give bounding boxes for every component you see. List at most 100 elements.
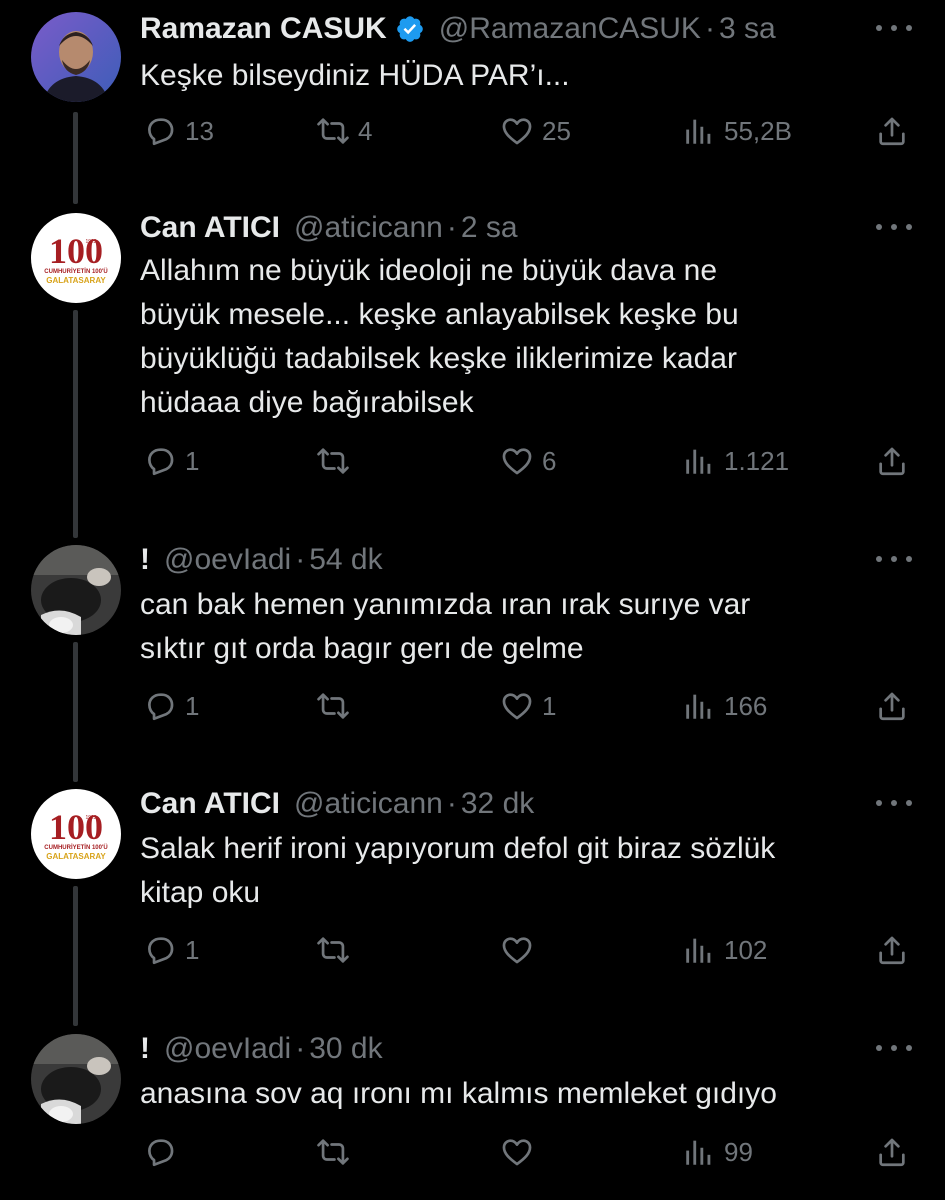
like-button[interactable]: 1: [500, 686, 556, 726]
more-options-icon[interactable]: [876, 217, 912, 237]
avatar[interactable]: 100 1923 CUMHURİYETİN 100'Ü GALATASARAY: [31, 213, 121, 303]
like-button[interactable]: 6: [500, 441, 556, 481]
display-name[interactable]: Can ATICI: [140, 211, 280, 245]
share-icon: [879, 936, 905, 965]
verified-badge-icon: [395, 14, 425, 44]
reply-button[interactable]: 1: [143, 686, 199, 726]
timestamp[interactable]: 32 dk: [461, 787, 534, 821]
like-button[interactable]: [500, 930, 542, 970]
reply-count: 13: [185, 115, 214, 146]
share-button[interactable]: [875, 1132, 909, 1172]
separator: ·: [295, 1032, 306, 1065]
share-button[interactable]: [875, 441, 909, 481]
timestamp[interactable]: 54 dk: [309, 543, 382, 577]
action-bar: 13 4 25 55,2B: [0, 111, 945, 151]
tweet-text: anasına sov aq ıronı mı kalmıs memleket …: [140, 1077, 777, 1110]
handle[interactable]: @aticicann: [294, 787, 443, 821]
avatar[interactable]: [31, 1034, 121, 1124]
tweet-header: Can ATICI @aticicann · 2 sa: [140, 205, 518, 251]
logo-line2: GALATASARAY: [46, 276, 106, 285]
separator: ·: [295, 543, 306, 576]
display-name[interactable]: !: [140, 543, 150, 577]
display-name[interactable]: Can ATICI: [140, 787, 280, 821]
avatar[interactable]: [31, 12, 121, 102]
retweet-icon: [317, 693, 349, 719]
logo-number: 100: [49, 807, 103, 847]
retweet-button[interactable]: [316, 930, 358, 970]
reply-icon: [148, 448, 174, 476]
share-button[interactable]: [875, 111, 909, 151]
retweet-count: 4: [358, 115, 373, 146]
views-button[interactable]: 166: [682, 686, 767, 726]
retweet-button[interactable]: [316, 441, 358, 481]
heart-icon: [502, 693, 532, 720]
views-icon: [686, 1140, 711, 1165]
reply-icon: [148, 693, 174, 721]
like-button[interactable]: [500, 1132, 542, 1172]
avatar[interactable]: [31, 545, 121, 635]
logo-year: 1923: [85, 815, 96, 821]
retweet-icon: [317, 1139, 349, 1165]
timestamp[interactable]: 30 dk: [309, 1032, 382, 1066]
logo-line2: GALATASARAY: [46, 852, 106, 861]
more-options-icon[interactable]: [876, 793, 912, 813]
timestamp[interactable]: 3 sa: [719, 12, 776, 46]
handle[interactable]: @oevIadi: [164, 543, 291, 577]
separator: ·: [704, 12, 715, 45]
handle[interactable]: @aticicann: [294, 211, 443, 245]
views-count: 166: [724, 690, 768, 721]
heart-icon: [502, 937, 532, 964]
heart-icon: [502, 118, 532, 145]
heart-icon: [502, 448, 532, 475]
reply-icon: [148, 118, 174, 146]
more-options-icon[interactable]: [876, 1038, 912, 1058]
retweet-icon: [317, 937, 349, 963]
tweet-text: Salak herif ironi yapıyorum defol git bi…: [140, 832, 776, 909]
views-button[interactable]: 1.121: [682, 441, 789, 481]
reply-button[interactable]: 13: [143, 111, 214, 151]
separator: ·: [446, 211, 457, 244]
retweet-button[interactable]: [316, 1132, 358, 1172]
retweet-button[interactable]: 4: [316, 111, 372, 151]
tweet-text: Keşke bilseydiniz HÜDA PAR’ı...: [140, 59, 570, 92]
reply-count: 1: [185, 445, 200, 476]
avatar[interactable]: 100 1923 CUMHURİYETİN 100'Ü GALATASARAY: [31, 789, 121, 879]
more-options-icon[interactable]: [876, 549, 912, 569]
reply-icon: [148, 1139, 174, 1167]
views-count: 1.121: [724, 445, 790, 476]
reply-button[interactable]: 1: [143, 441, 199, 481]
views-count: 102: [724, 934, 768, 965]
tweet[interactable]: Ramazan CASUK @RamazanCASUK · 3 sa Keşke…: [0, 6, 945, 186]
retweet-icon: [317, 448, 349, 474]
views-button[interactable]: 102: [682, 930, 767, 970]
handle[interactable]: @oevIadi: [164, 1032, 291, 1066]
share-icon: [879, 692, 905, 721]
logo-year: 1923: [85, 239, 96, 245]
tweet[interactable]: 100 1923 CUMHURİYETİN 100'Ü GALATASARAY …: [0, 781, 945, 981]
handle[interactable]: @RamazanCASUK: [439, 12, 701, 46]
display-name[interactable]: Ramazan CASUK: [140, 12, 387, 46]
retweet-button[interactable]: [316, 686, 358, 726]
tweet[interactable]: ! @oevIadi · 54 dk can bak hemen yanımız…: [0, 537, 945, 737]
like-button[interactable]: 25: [500, 111, 571, 151]
views-icon: [686, 694, 711, 719]
reply-button[interactable]: [143, 1132, 185, 1172]
like-count: 25: [542, 115, 571, 146]
share-icon: [879, 117, 905, 146]
tweet-text: Allahım ne büyük ideoloji ne büyük dava …: [140, 254, 739, 419]
display-name[interactable]: !: [140, 1032, 150, 1066]
timestamp[interactable]: 2 sa: [461, 211, 518, 245]
share-icon: [879, 447, 905, 476]
retweet-icon: [317, 118, 349, 144]
share-button[interactable]: [875, 930, 909, 970]
reply-button[interactable]: 1: [143, 930, 199, 970]
views-button[interactable]: 99: [682, 1132, 753, 1172]
more-options-icon[interactable]: [876, 18, 912, 38]
tweet-header: ! @oevIadi · 54 dk: [140, 537, 383, 583]
tweet[interactable]: 100 1923 CUMHURİYETİN 100'Ü GALATASARAY …: [0, 205, 945, 505]
share-button[interactable]: [875, 686, 909, 726]
tweet[interactable]: ! @oevIadi · 30 dk anasına sov aq ıronı …: [0, 1026, 945, 1200]
views-button[interactable]: 55,2B: [682, 111, 792, 151]
reply-count: 1: [185, 934, 200, 965]
separator: ·: [446, 787, 457, 820]
